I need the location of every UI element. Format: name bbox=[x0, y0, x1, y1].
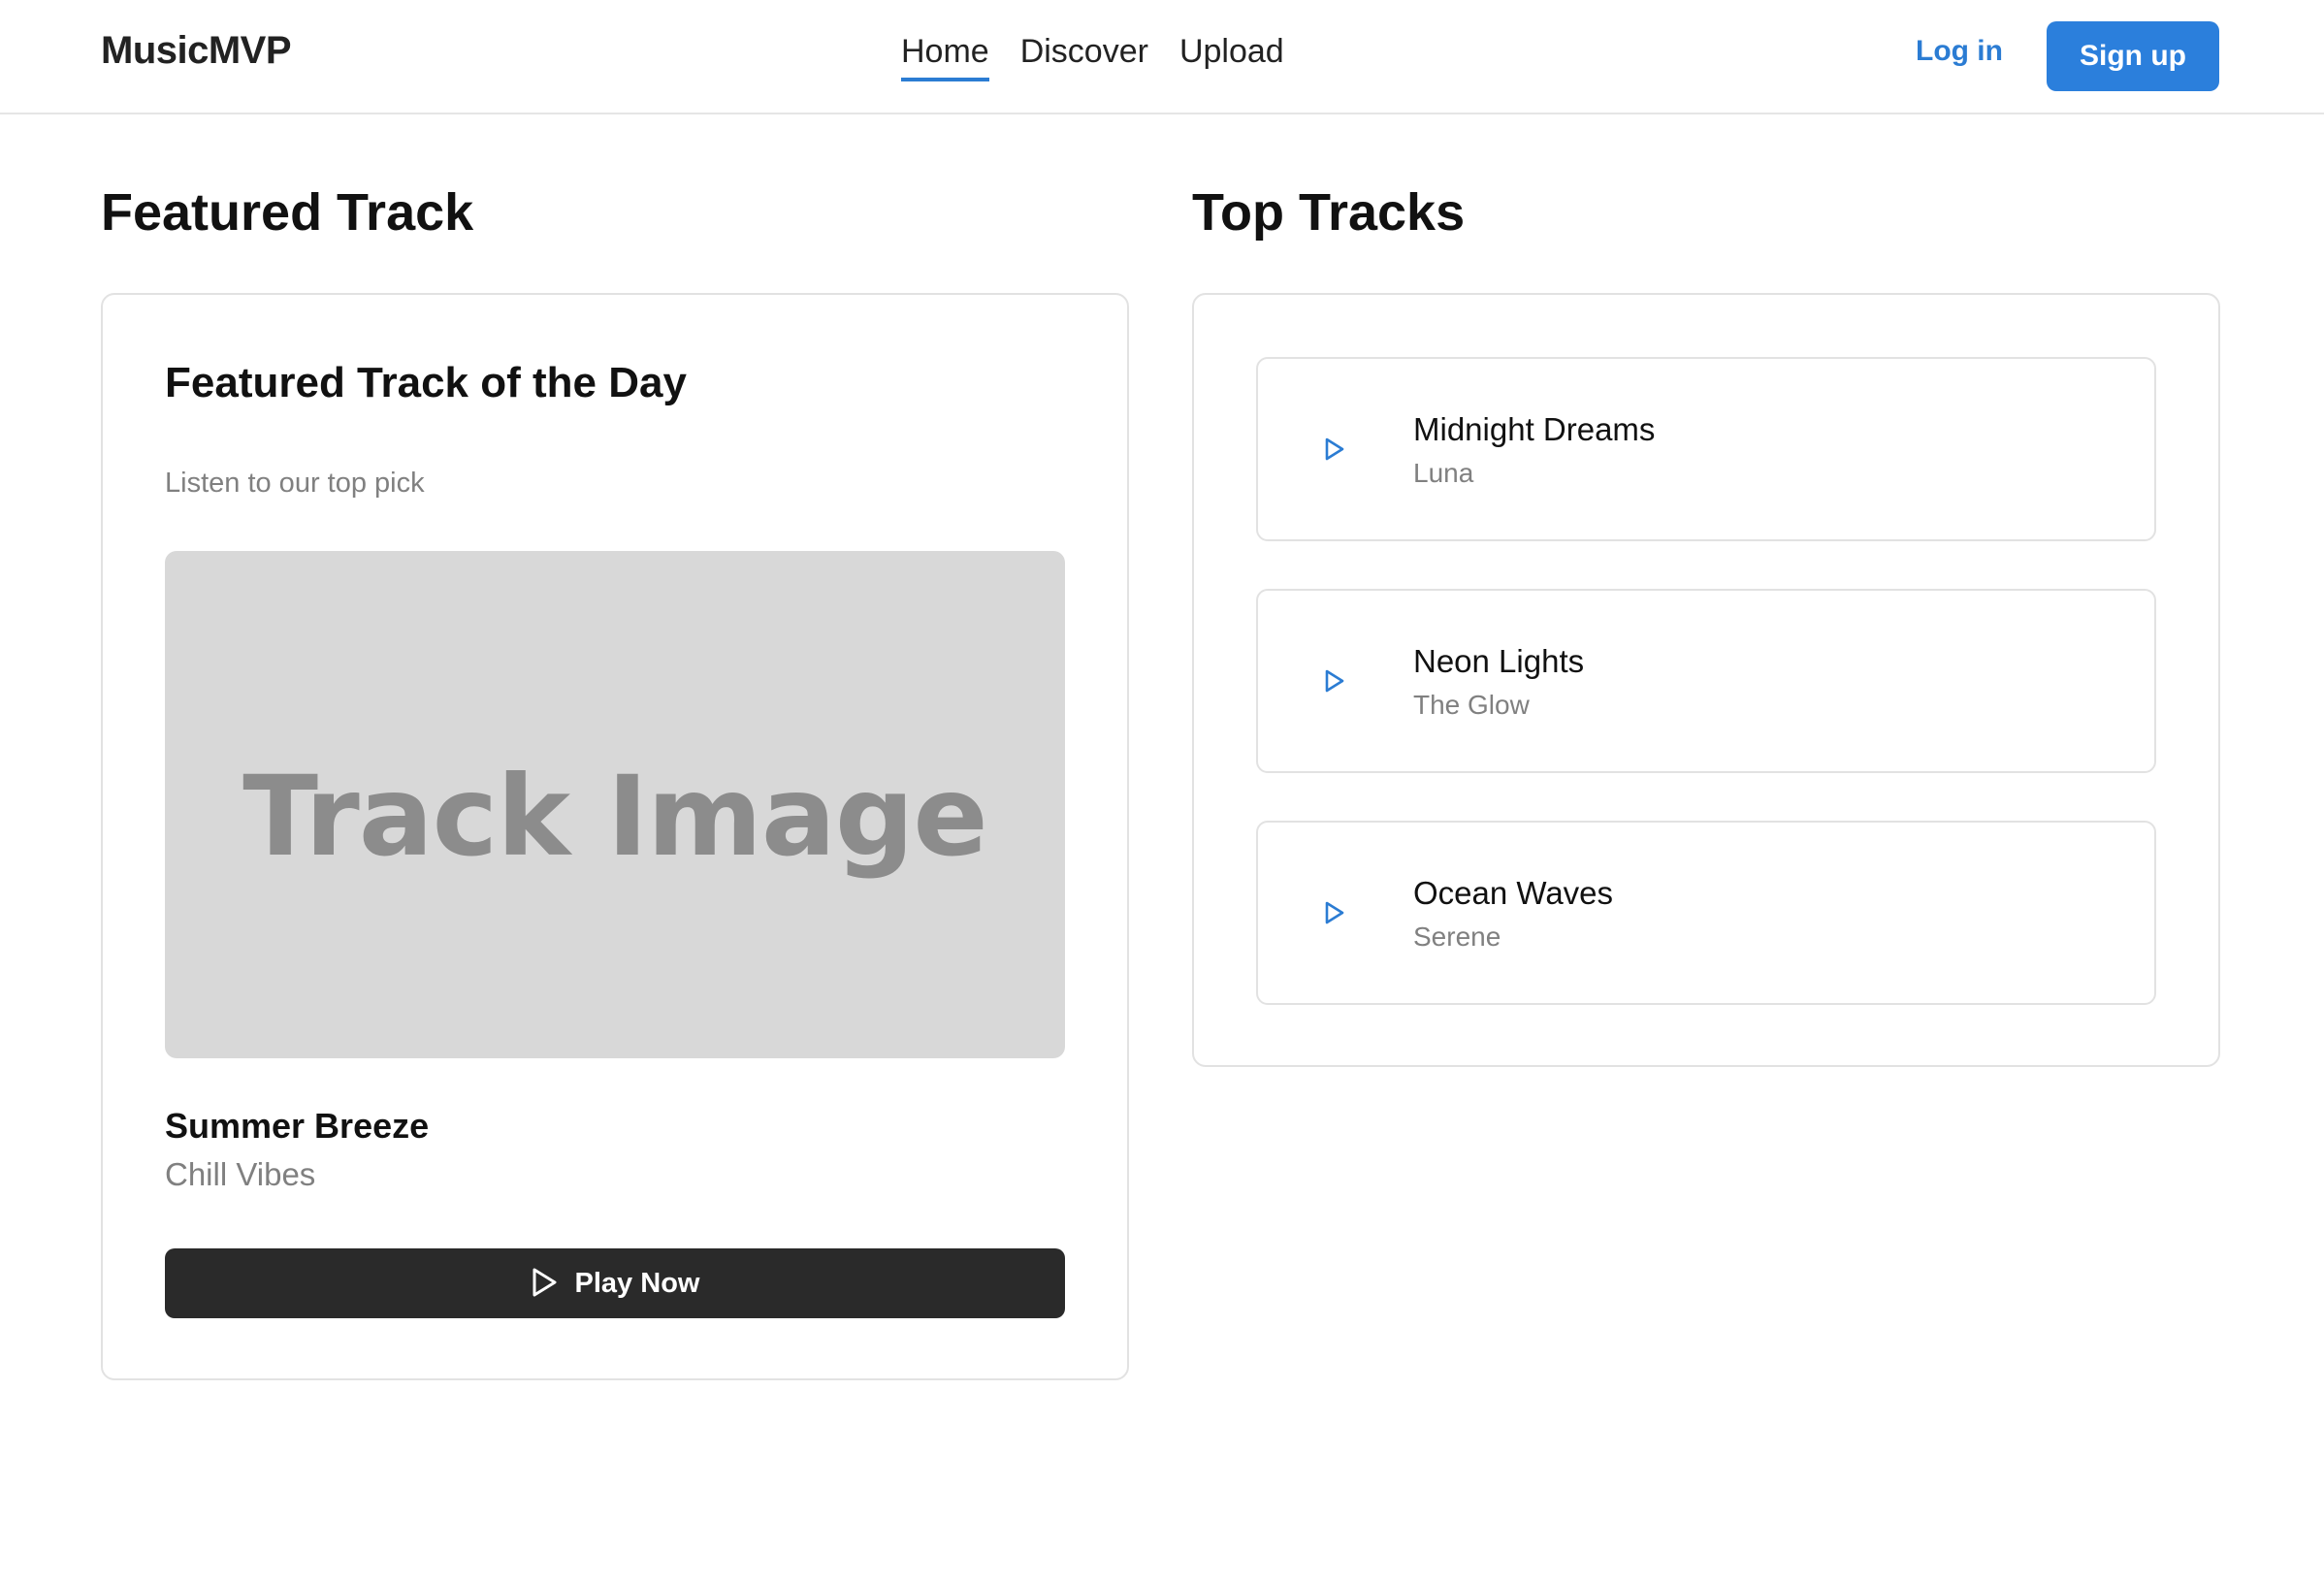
main-nav: Home Discover Upload bbox=[901, 31, 1284, 81]
featured-track-artist: Chill Vibes bbox=[165, 1156, 316, 1192]
top-tracks-section-title: Top Tracks bbox=[1192, 183, 1466, 242]
track-row[interactable]: Neon Lights The Glow bbox=[1256, 589, 2156, 773]
play-icon[interactable] bbox=[1320, 666, 1349, 695]
nav-item-discover[interactable]: Discover bbox=[1020, 31, 1148, 81]
track-row[interactable]: Ocean Waves Serene bbox=[1256, 821, 2156, 1005]
track-image-placeholder: Track Image bbox=[165, 551, 1065, 1058]
nav-item-upload[interactable]: Upload bbox=[1179, 31, 1284, 81]
login-link[interactable]: Log in bbox=[1916, 35, 2003, 68]
featured-card-heading: Featured Track of the Day bbox=[165, 359, 687, 406]
track-title: Ocean Waves bbox=[1413, 875, 1614, 911]
track-title: Neon Lights bbox=[1413, 643, 1585, 679]
track-artist: The Glow bbox=[1413, 690, 1530, 720]
track-image-label: Track Image bbox=[242, 752, 988, 881]
top-navbar: MusicMVP Home Discover Upload Log in Sig… bbox=[0, 0, 2324, 114]
featured-track-title: Summer Breeze bbox=[165, 1106, 430, 1146]
play-now-label: Play Now bbox=[574, 1267, 700, 1299]
nav-item-home[interactable]: Home bbox=[901, 31, 989, 81]
featured-section-title: Featured Track bbox=[101, 183, 474, 242]
track-artist: Serene bbox=[1413, 922, 1501, 952]
top-tracks-card: Midnight Dreams Luna Neon Lights The Glo… bbox=[1192, 293, 2220, 1067]
brand-logo[interactable]: MusicMVP bbox=[101, 29, 292, 73]
featured-card-subtitle: Listen to our top pick bbox=[165, 468, 425, 499]
play-now-button[interactable]: Play Now bbox=[165, 1248, 1065, 1318]
play-icon[interactable] bbox=[1320, 435, 1349, 464]
play-icon bbox=[531, 1267, 558, 1301]
signup-button[interactable]: Sign up bbox=[2047, 21, 2219, 91]
featured-track-card: Featured Track of the Day Listen to our … bbox=[101, 293, 1129, 1380]
track-artist: Luna bbox=[1413, 458, 1474, 488]
track-title: Midnight Dreams bbox=[1413, 411, 1656, 447]
play-icon[interactable] bbox=[1320, 898, 1349, 927]
track-row[interactable]: Midnight Dreams Luna bbox=[1256, 357, 2156, 541]
